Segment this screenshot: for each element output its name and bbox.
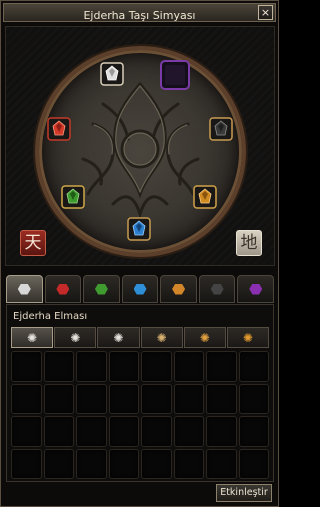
tab-ruby[interactable] xyxy=(44,275,82,303)
onyx-gem-icon xyxy=(209,117,233,141)
item-slot[interactable] xyxy=(238,416,269,447)
item-slot[interactable] xyxy=(43,448,74,479)
sun-icon: ✺ xyxy=(70,330,81,345)
tab-diamond[interactable] xyxy=(6,275,43,303)
item-slot[interactable] xyxy=(11,448,42,479)
item-slot[interactable] xyxy=(173,416,204,447)
altar-panel: 天 地 xyxy=(5,26,275,266)
sun-icon: ✺ xyxy=(113,330,124,345)
slot-right[interactable] xyxy=(209,117,233,141)
item-slot[interactable] xyxy=(238,383,269,414)
variant-2[interactable]: ✺ xyxy=(54,327,97,348)
item-slot[interactable] xyxy=(173,351,204,382)
close-icon: × xyxy=(260,6,271,19)
variant-4[interactable]: ✺ xyxy=(140,327,183,348)
variant-6[interactable]: ✺ xyxy=(226,327,270,348)
item-slot[interactable] xyxy=(141,416,172,447)
garnet-gem-icon xyxy=(193,185,217,209)
item-slot[interactable] xyxy=(76,383,107,414)
sun-icon: ✺ xyxy=(199,330,210,345)
item-slot[interactable] xyxy=(108,351,139,382)
slot-bottom[interactable] xyxy=(127,217,151,241)
sun-icon: ✺ xyxy=(156,330,167,345)
item-slot[interactable] xyxy=(76,448,107,479)
empty-purple-slot-icon xyxy=(160,60,190,90)
section-label: Ejderha Elması xyxy=(13,311,88,322)
item-slot[interactable] xyxy=(11,383,42,414)
item-slot[interactable] xyxy=(206,383,237,414)
sun-icon: ✺ xyxy=(27,330,38,345)
slot-top[interactable] xyxy=(100,62,124,86)
item-slot[interactable] xyxy=(141,351,172,382)
window-title: Ejderha Taşı Simyası xyxy=(83,9,196,22)
tab-onyx[interactable] xyxy=(198,275,236,303)
variant-5[interactable]: ✺ xyxy=(183,327,226,348)
diamond-gem-icon xyxy=(100,62,124,86)
heaven-seal[interactable]: 天 xyxy=(20,230,46,256)
item-slot[interactable] xyxy=(11,416,42,447)
item-slot[interactable] xyxy=(43,383,74,414)
item-slot[interactable] xyxy=(108,383,139,414)
tab-garnet[interactable] xyxy=(160,275,197,303)
activate-button[interactable]: Etkinleştir xyxy=(216,484,272,502)
onyx-gem-icon xyxy=(210,283,224,295)
ruby-gem-icon xyxy=(56,283,70,295)
item-slot[interactable] xyxy=(238,351,269,382)
sapphire-gem-icon xyxy=(133,283,147,295)
amethyst-gem-icon xyxy=(249,283,263,295)
item-slot[interactable] xyxy=(206,448,237,479)
item-slot-grid xyxy=(11,351,269,479)
garnet-gem-icon xyxy=(172,283,186,295)
close-button[interactable]: × xyxy=(258,5,273,20)
dragon-carving-icon xyxy=(81,82,200,219)
diamond-gem-icon xyxy=(17,283,31,295)
item-slot[interactable] xyxy=(206,351,237,382)
variant-row: ✺ ✺ ✺ ✺ ✺ ✺ xyxy=(11,327,270,348)
item-slot[interactable] xyxy=(76,351,107,382)
tab-sapphire[interactable] xyxy=(121,275,159,303)
item-slot[interactable] xyxy=(108,448,139,479)
variant-1[interactable]: ✺ xyxy=(11,327,54,348)
sun-icon: ✺ xyxy=(242,330,253,345)
stone-list-panel: Ejderha Elması ✺ ✺ ✺ ✺ ✺ ✺ xyxy=(6,304,274,482)
dragon-stone-alchemy-window: Ejderha Taşı Simyası × 天 地 Ejderha Elmas… xyxy=(0,0,279,507)
item-slot[interactable] xyxy=(238,448,269,479)
jade-gem-icon xyxy=(61,185,85,209)
jade-gem-icon xyxy=(94,283,108,295)
ruby-gem-icon xyxy=(47,117,71,141)
slot-left[interactable] xyxy=(47,117,71,141)
slot-bottom-left[interactable] xyxy=(61,185,85,209)
item-slot[interactable] xyxy=(108,416,139,447)
item-slot[interactable] xyxy=(11,351,42,382)
gem-tab-bar xyxy=(6,275,275,305)
sapphire-gem-icon xyxy=(127,217,151,241)
variant-3[interactable]: ✺ xyxy=(97,327,140,348)
item-slot[interactable] xyxy=(43,351,74,382)
tab-jade[interactable] xyxy=(83,275,120,303)
item-slot[interactable] xyxy=(43,416,74,447)
earth-seal[interactable]: 地 xyxy=(236,230,262,256)
item-slot[interactable] xyxy=(173,383,204,414)
slot-bottom-right[interactable] xyxy=(193,185,217,209)
item-slot[interactable] xyxy=(141,383,172,414)
item-slot[interactable] xyxy=(206,416,237,447)
item-slot[interactable] xyxy=(141,448,172,479)
item-slot[interactable] xyxy=(76,416,107,447)
slot-top-right[interactable] xyxy=(160,60,190,90)
tab-amethyst[interactable] xyxy=(237,275,275,303)
item-slot[interactable] xyxy=(173,448,204,479)
titlebar: Ejderha Taşı Simyası × xyxy=(3,3,276,22)
